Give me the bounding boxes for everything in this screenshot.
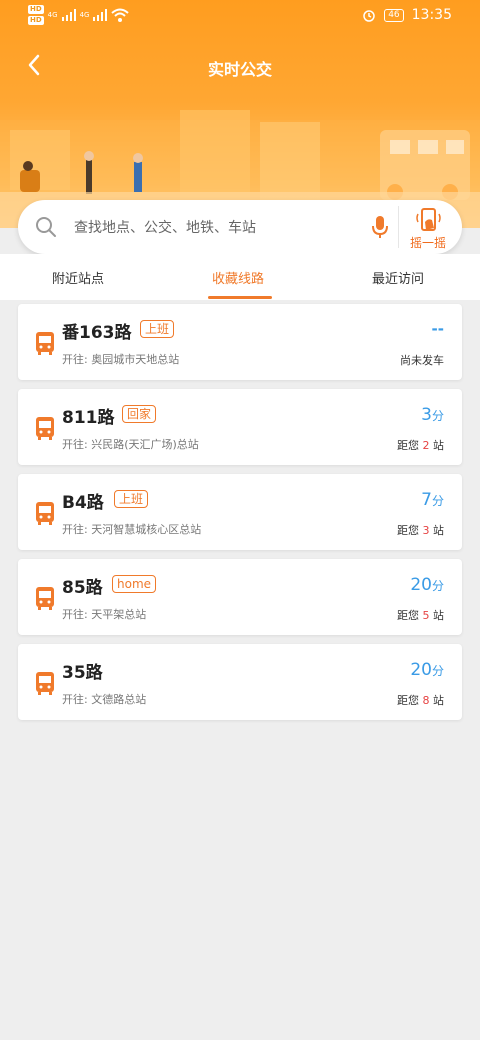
eta-unit: 分	[431, 579, 444, 593]
distance-suffix: 站	[433, 439, 444, 452]
tab-bar: 附近站点 收藏线路 最近访问	[0, 254, 480, 300]
active-tab-indicator	[208, 296, 272, 299]
eta-value: 20分	[410, 575, 444, 595]
microphone-icon[interactable]	[370, 214, 390, 240]
hd-badge: HD	[28, 5, 44, 14]
distance-prefix: 距您	[397, 439, 419, 452]
hd-badge: HD	[28, 16, 44, 25]
bus-icon	[36, 502, 54, 525]
route-destination: 开往: 文德路总站	[62, 693, 147, 706]
search-input[interactable]: 查找地点、公交、地铁、车站	[74, 217, 256, 237]
status-left: HD HD 4G 4G	[28, 5, 130, 25]
tab-nearby-stops[interactable]: 附近站点	[52, 268, 104, 287]
search-bar[interactable]: 查找地点、公交、地铁、车站 摇一摇	[18, 200, 462, 254]
route-tag: home	[112, 575, 157, 593]
route-name: 35路	[62, 663, 103, 683]
bus-icon	[36, 332, 54, 355]
route-tag: 上班	[140, 320, 175, 338]
eta-unit: 分	[431, 664, 444, 678]
tab-favorite-routes[interactable]: 收藏线路	[212, 268, 264, 287]
clock: 13:35	[411, 7, 452, 23]
eta-number: 20	[410, 575, 432, 595]
route-tag: 上班	[114, 490, 149, 508]
route-tag: 回家	[122, 405, 157, 423]
wifi-icon	[111, 8, 130, 22]
route-card[interactable]: 番163路 上班 开往: 奥园城市天地总站 -- 尚未发车	[18, 304, 462, 380]
signal-icon	[61, 9, 76, 21]
stop-distance: 距您 8 站	[397, 692, 444, 708]
eta-number: 7	[421, 490, 432, 510]
stop-distance: 距您 3 站	[397, 522, 444, 538]
eta-value: 7分	[421, 490, 444, 510]
route-destination: 开往: 天河智慧城核心区总站	[62, 523, 202, 536]
stops-count: 8	[422, 694, 430, 707]
route-card[interactable]: 85路 home 开往: 天平架总站 20分 距您 5 站	[18, 559, 462, 635]
tab-recent-visits[interactable]: 最近访问	[372, 268, 424, 287]
route-name: 番163路	[62, 323, 132, 343]
status-right: 46 13:35	[362, 7, 452, 23]
stop-distance: 距您 2 站	[397, 437, 444, 453]
route-destination: 开往: 天平架总站	[62, 608, 147, 621]
route-name: 811路	[62, 408, 115, 428]
distance-prefix: 距您	[397, 694, 419, 707]
network-label: 4G	[47, 11, 58, 19]
stops-count: 3	[422, 524, 430, 537]
distance-prefix: 距您	[397, 609, 419, 622]
alarm-icon	[363, 10, 375, 22]
distance-suffix: 站	[433, 694, 444, 707]
eta-number: 3	[421, 405, 432, 425]
bus-icon	[36, 417, 54, 440]
status-bar: HD HD 4G 4G 46 13:35	[0, 0, 480, 34]
header-banner: HD HD 4G 4G 46 13:35 实时公交	[0, 0, 480, 228]
stop-distance: 距您 5 站	[397, 607, 444, 623]
distance-suffix: 站	[433, 524, 444, 537]
eta-unit: 分	[431, 409, 444, 423]
eta-unit: 分	[431, 494, 444, 508]
network-label: 4G	[79, 11, 90, 19]
route-name: 85路	[62, 578, 103, 598]
distance-prefix: 距您	[397, 524, 419, 537]
eta-value: 3分	[421, 405, 444, 425]
route-status: 尚未发车	[400, 354, 444, 367]
bus-icon	[36, 587, 54, 610]
stops-count: 5	[422, 609, 430, 622]
route-destination: 开往: 奥园城市天地总站	[62, 353, 180, 366]
shake-button[interactable]: 摇一摇	[400, 202, 456, 252]
route-card[interactable]: 811路 回家 开往: 兴民路(天汇广场)总站 3分 距您 2 站	[18, 389, 462, 465]
distance-suffix: 站	[433, 609, 444, 622]
eta-value: 20分	[410, 660, 444, 680]
bus-icon	[36, 672, 54, 695]
stops-count: 2	[422, 439, 430, 452]
route-card[interactable]: B4路 上班 开往: 天河智慧城核心区总站 7分 距您 3 站	[18, 474, 462, 550]
battery-indicator: 46	[384, 8, 404, 22]
route-name: B4路	[62, 493, 104, 513]
page-title: 实时公交	[207, 60, 272, 79]
route-destination: 开往: 兴民路(天汇广场)总站	[62, 438, 199, 451]
search-icon	[36, 217, 56, 237]
divider	[398, 206, 399, 248]
shake-hand-icon	[416, 208, 441, 231]
eta-number: 20	[410, 660, 432, 680]
route-card[interactable]: 35路 开往: 文德路总站 20分 距您 8 站	[18, 644, 462, 720]
eta-value: --	[431, 320, 444, 338]
shake-label: 摇一摇	[409, 236, 446, 250]
signal-icon	[93, 9, 108, 21]
